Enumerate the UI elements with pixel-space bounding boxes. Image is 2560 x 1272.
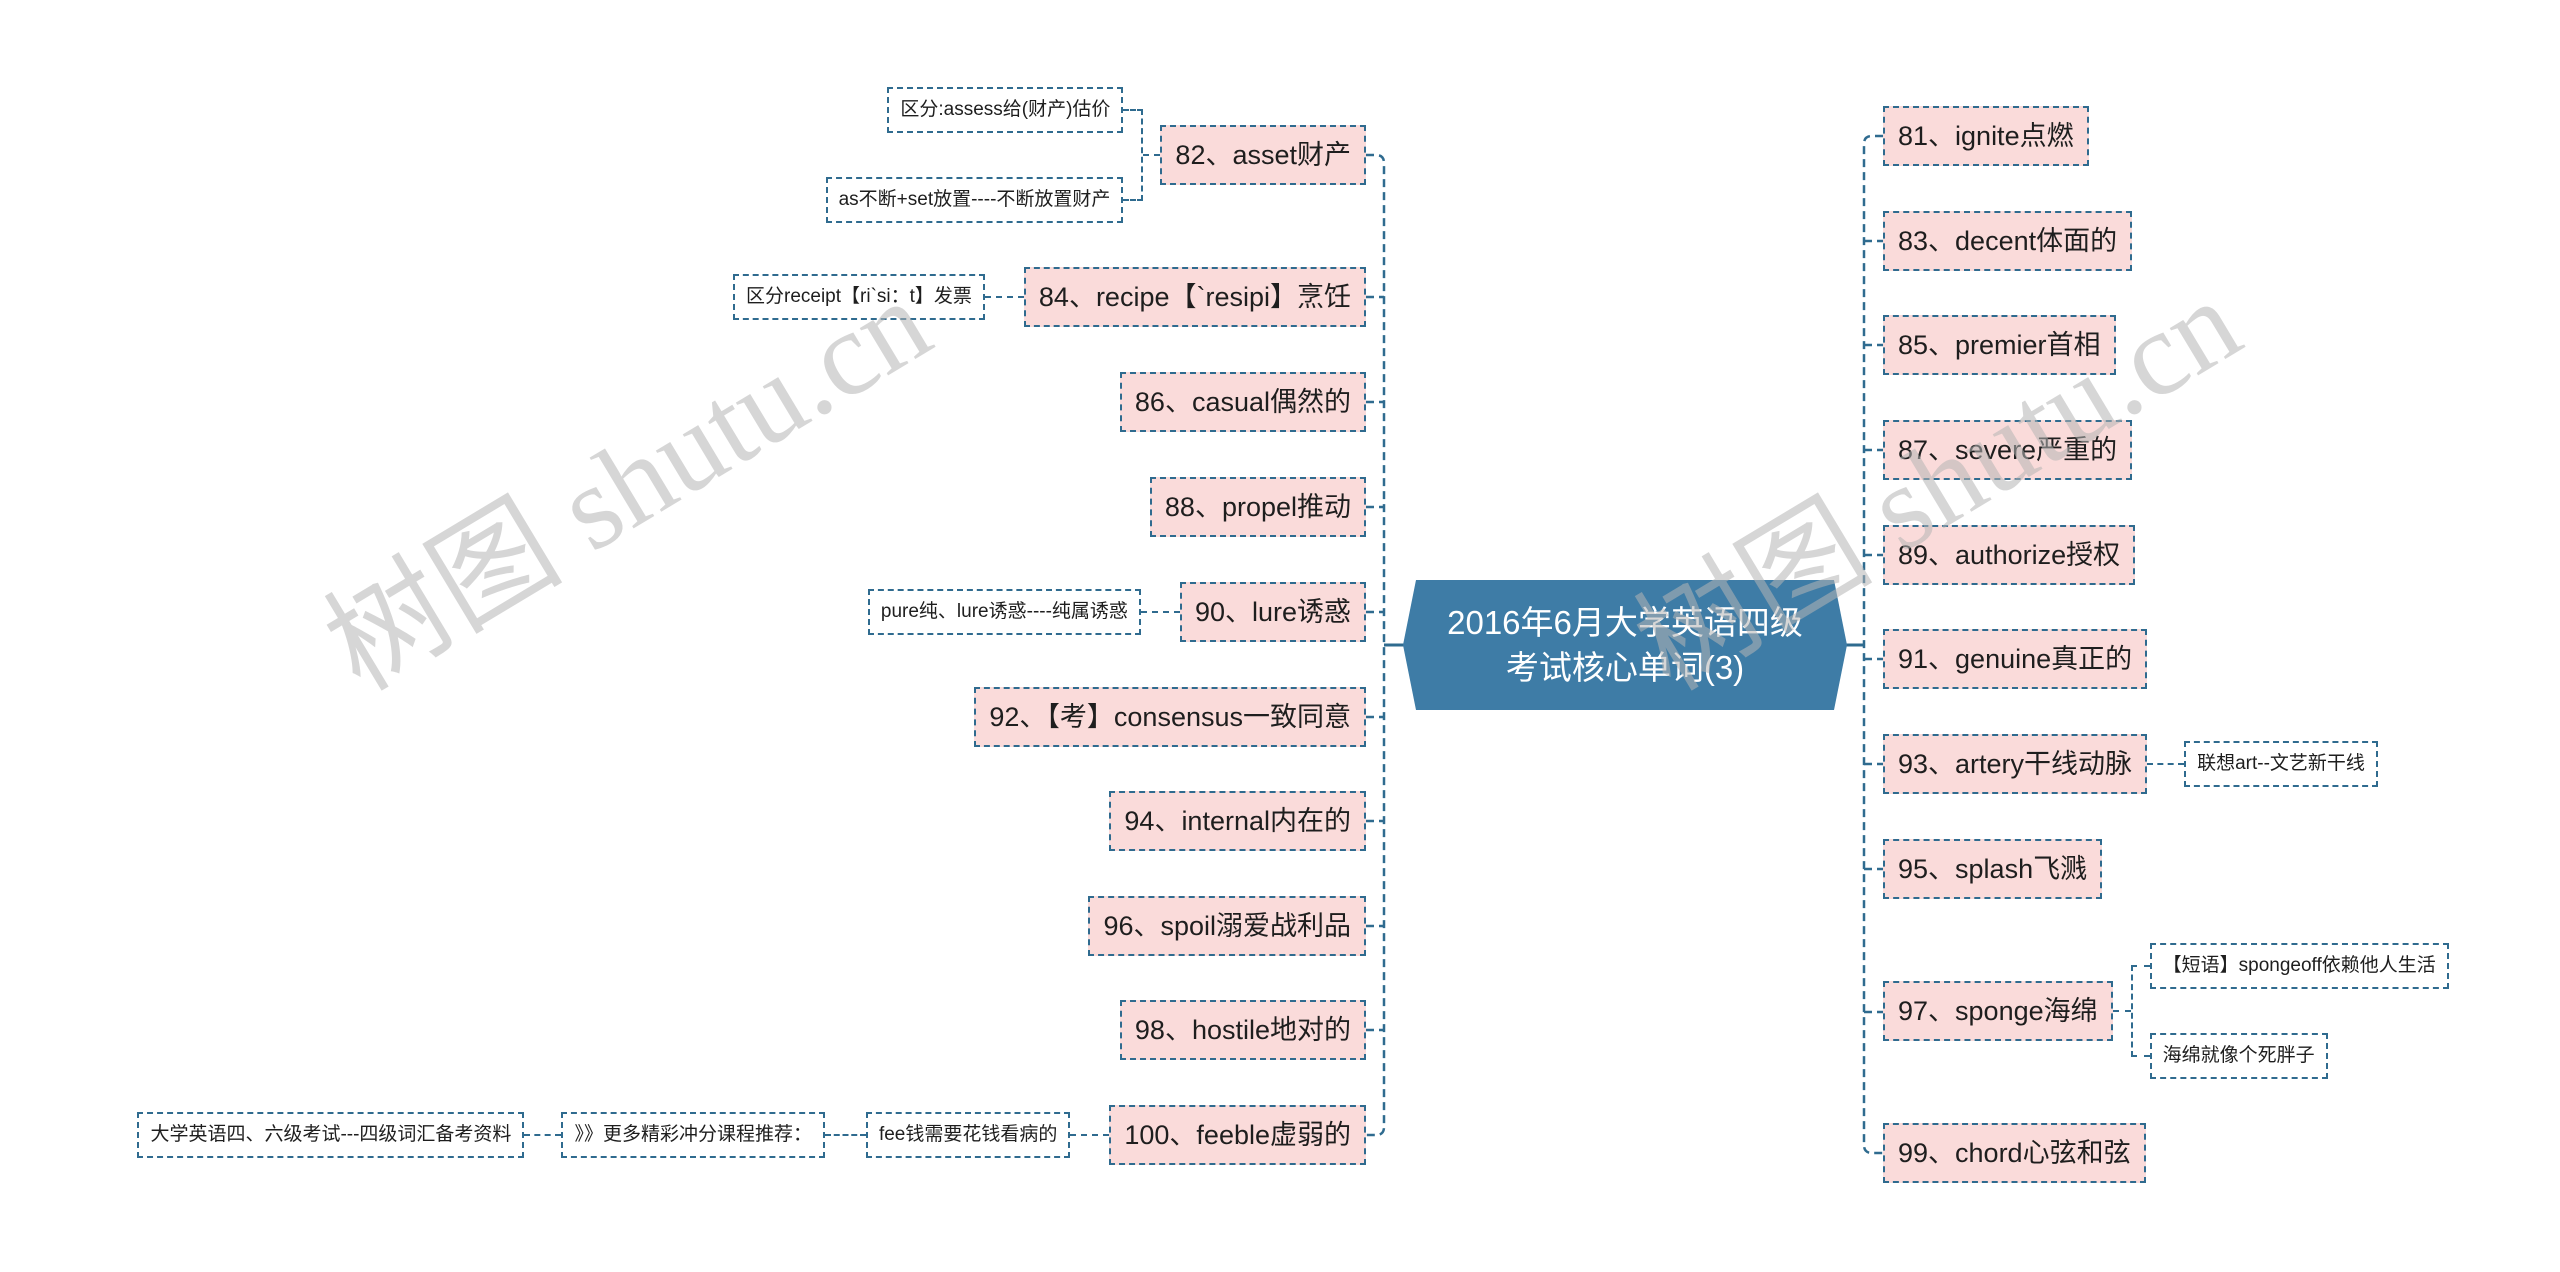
branch-92: 92、【考】consensus一致同意 — [974, 687, 1366, 747]
word-node-94: 94、internal内在的 — [1109, 791, 1366, 851]
branch-88: 88、propel推动 — [1149, 477, 1366, 537]
branch-90: 90、lure诱惑 pure纯、lure诱惑----纯属诱惑 — [867, 582, 1366, 642]
connector — [1140, 611, 1180, 613]
branch-89: 89、authorize授权 — [1883, 525, 2136, 585]
word-node-93: 93、artery干线动脉 — [1883, 734, 2148, 794]
connector — [1123, 199, 1144, 201]
word-node-88: 88、propel推动 — [1149, 477, 1366, 537]
right-trunk-line — [1862, 134, 1883, 1155]
note-node: 【短语】spongeoff依赖他人生活 — [2149, 943, 2449, 989]
note-node: 大学英语四、六级考试---四级词汇备考资料 — [137, 1112, 525, 1158]
branch-91: 91、genuine真正的 — [1883, 629, 2148, 689]
note-row: 海绵就像个死胖子 — [2130, 1033, 2328, 1079]
word-node-85: 85、premier首相 — [1883, 315, 2116, 375]
note-group: 【短语】spongeoff依赖他人生活 海绵就像个死胖子 — [2130, 943, 2449, 1079]
word-node-92: 92、【考】consensus一致同意 — [974, 687, 1366, 747]
branch-93: 93、artery干线动脉 联想art--文艺新干线 — [1883, 734, 2378, 794]
note-node: 区分:assess给(财产)估价 — [887, 87, 1124, 133]
branch-96: 96、spoil溺爱战利品 — [1088, 896, 1366, 956]
word-node-82: 82、asset财产 — [1160, 125, 1366, 185]
branch-84: 84、recipe【`resipi】烹饪 区分receipt【ri`si：t】发… — [733, 267, 1366, 327]
branch-100: 100、feeble虚弱的 fee钱需要花钱看病的 》》更多精彩冲分课程推荐： … — [137, 1105, 1366, 1165]
word-node-83: 83、decent体面的 — [1883, 211, 2133, 271]
note-node: 区分receipt【ri`si：t】发票 — [733, 274, 985, 320]
note-node: 》》更多精彩冲分课程推荐： — [561, 1112, 825, 1158]
branch-86: 86、casual偶然的 — [1119, 372, 1366, 432]
word-node-100: 100、feeble虚弱的 — [1109, 1105, 1366, 1165]
branch-99: 99、chord心弦和弦 — [1883, 1123, 2146, 1183]
branch-98: 98、hostile地对的 — [1119, 1000, 1366, 1060]
word-node-91: 91、genuine真正的 — [1883, 629, 2148, 689]
central-topic-line-1: 2016年6月大学英语四级 — [1447, 604, 1803, 641]
branch-85: 85、premier首相 — [1883, 315, 2116, 375]
word-node-84: 84、recipe【`resipi】烹饪 — [1023, 267, 1366, 327]
branch-97: 97、sponge海绵 【短语】spongeoff依赖他人生活 海绵就像个死胖子 — [1883, 943, 2449, 1079]
connector — [1070, 1134, 1110, 1136]
word-node-90: 90、lure诱惑 — [1179, 582, 1366, 642]
word-node-98: 98、hostile地对的 — [1119, 1000, 1366, 1060]
central-topic-line-2: 考试核心单词(3) — [1505, 649, 1745, 686]
connector — [2147, 763, 2185, 765]
note-node: 联想art--文艺新干线 — [2184, 741, 2378, 787]
branch-87: 87、severe严重的 — [1883, 420, 2133, 480]
connector — [2112, 1010, 2131, 1012]
note-node: fee钱需要花钱看病的 — [865, 1112, 1071, 1158]
connector — [824, 1134, 866, 1136]
connector — [984, 296, 1024, 298]
branch-83: 83、decent体面的 — [1883, 211, 2133, 271]
central-topic: 2016年6月大学英语四级 考试核心单词(3) — [1403, 580, 1847, 710]
word-node-97: 97、sponge海绵 — [1883, 981, 2113, 1041]
note-row: 区分:assess给(财产)估价 — [887, 87, 1144, 133]
note-row: as不断+set放置----不断放置财产 — [825, 177, 1144, 223]
word-node-86: 86、casual偶然的 — [1119, 372, 1366, 432]
branch-94: 94、internal内在的 — [1109, 791, 1366, 851]
word-node-95: 95、splash飞溅 — [1883, 839, 2103, 899]
left-trunk-line — [1366, 153, 1386, 1137]
connector — [2130, 1055, 2150, 1057]
word-node-81: 81、ignite点燃 — [1883, 106, 2089, 166]
connector — [1123, 109, 1144, 111]
word-node-96: 96、spoil溺爱战利品 — [1088, 896, 1366, 956]
connector — [524, 1134, 562, 1136]
word-node-87: 87、severe严重的 — [1883, 420, 2133, 480]
note-node: 海绵就像个死胖子 — [2149, 1033, 2328, 1079]
connector — [2130, 965, 2150, 967]
branch-81: 81、ignite点燃 — [1883, 106, 2089, 166]
connector — [1143, 154, 1161, 156]
note-group: 区分:assess给(财产)估价 as不断+set放置----不断放置财产 — [825, 87, 1144, 223]
word-node-89: 89、authorize授权 — [1883, 525, 2136, 585]
note-row: 【短语】spongeoff依赖他人生活 — [2130, 943, 2449, 989]
note-node: as不断+set放置----不断放置财产 — [825, 177, 1124, 223]
note-node: pure纯、lure诱惑----纯属诱惑 — [867, 589, 1141, 635]
word-node-99: 99、chord心弦和弦 — [1883, 1123, 2146, 1183]
branch-95: 95、splash飞溅 — [1883, 839, 2103, 899]
branch-82: 82、asset财产 区分:assess给(财产)估价 as不断+set放置--… — [825, 87, 1366, 223]
